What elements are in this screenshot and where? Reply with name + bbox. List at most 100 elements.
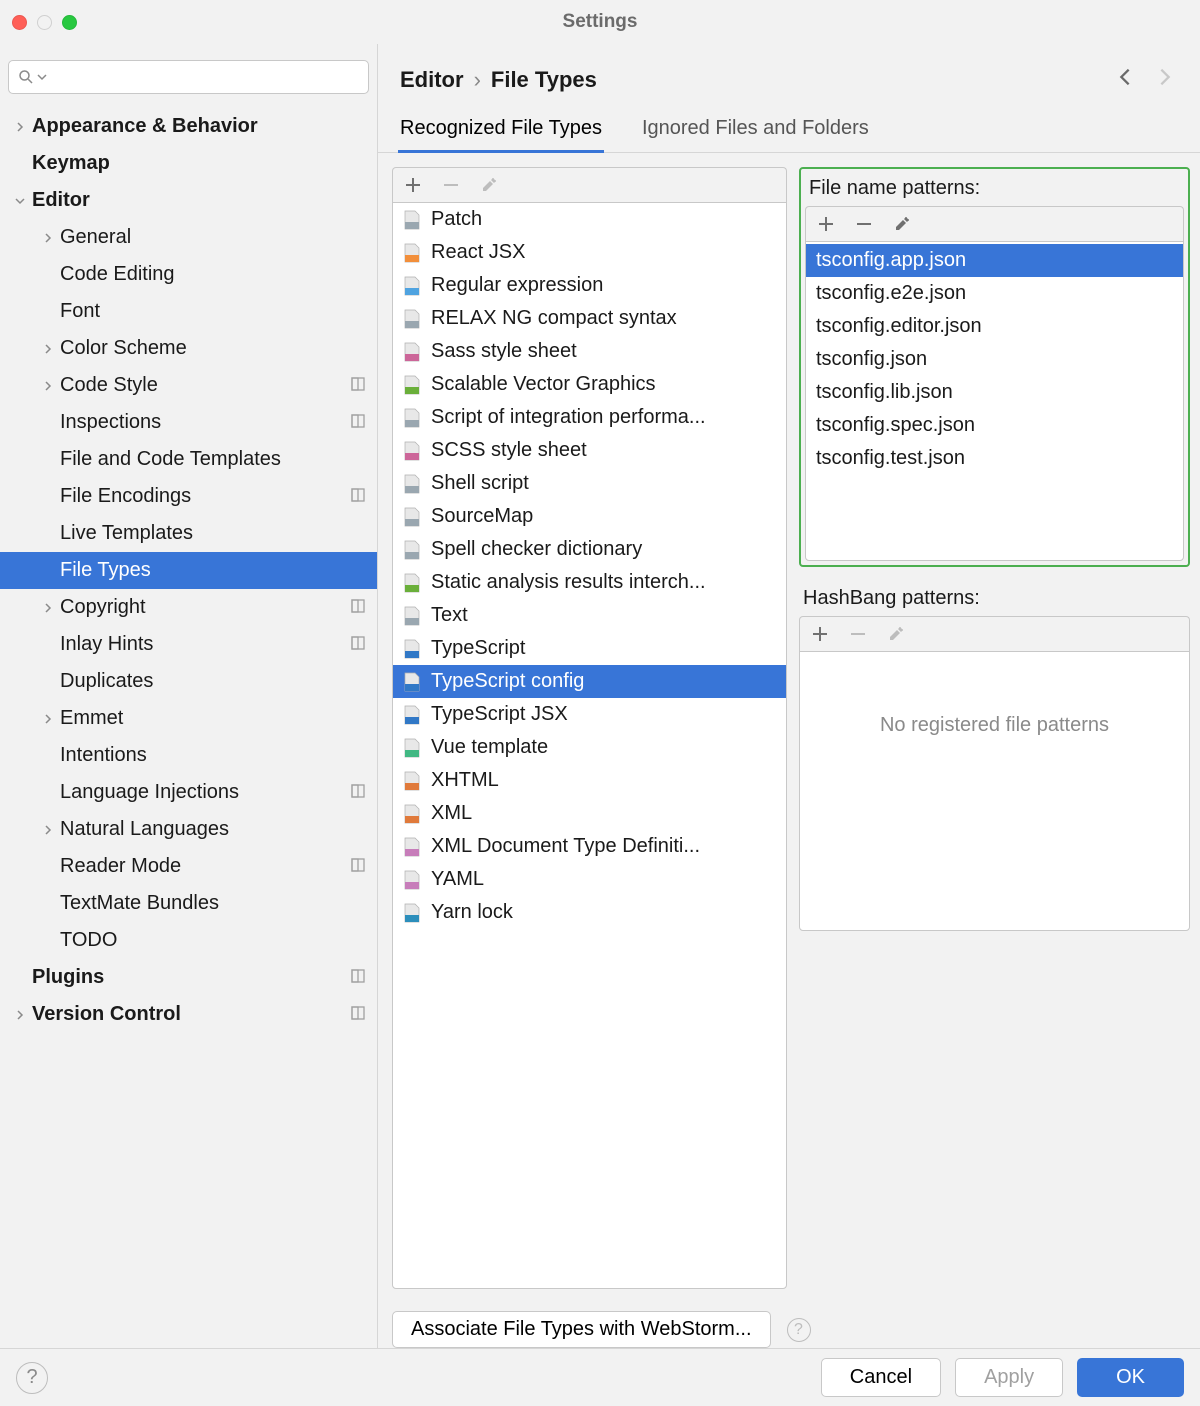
tree-item[interactable]: Language Injections <box>0 774 377 811</box>
chevron-right-icon <box>40 378 56 394</box>
pattern-row[interactable]: tsconfig.spec.json <box>806 409 1183 442</box>
tree-item[interactable]: Intentions <box>0 737 377 774</box>
filetype-row[interactable]: Vue template <box>393 731 786 764</box>
breadcrumb-filetypes: File Types <box>491 67 597 93</box>
tree-item[interactable]: Keymap <box>0 145 377 182</box>
tree-item[interactable]: Inlay Hints <box>0 626 377 663</box>
help-icon[interactable]: ? <box>16 1362 48 1394</box>
filetype-row[interactable]: Static analysis results interch... <box>393 566 786 599</box>
tree-item[interactable]: Emmet <box>0 700 377 737</box>
cancel-button[interactable]: Cancel <box>821 1358 941 1397</box>
filetype-label: Yarn lock <box>431 901 513 924</box>
filetype-icon <box>403 870 421 890</box>
filetype-row[interactable]: XML <box>393 797 786 830</box>
tree-item[interactable]: TODO <box>0 922 377 959</box>
filetype-label: Shell script <box>431 472 529 495</box>
pattern-row[interactable]: tsconfig.json <box>806 343 1183 376</box>
tree-item[interactable]: Inspections <box>0 404 377 441</box>
filetype-row[interactable]: TypeScript config <box>393 665 786 698</box>
tree-item[interactable]: Code Editing <box>0 256 377 293</box>
filetype-row[interactable]: XHTML <box>393 764 786 797</box>
edit-icon[interactable] <box>888 626 904 642</box>
filetype-row[interactable]: Text <box>393 599 786 632</box>
tree-item[interactable]: Code Style <box>0 367 377 404</box>
tree-item[interactable]: Color Scheme <box>0 330 377 367</box>
tree-item-label: File Encodings <box>60 485 191 508</box>
scope-icon <box>351 485 365 508</box>
filetype-list[interactable]: PatchReact JSXRegular expressionRELAX NG… <box>392 202 787 1289</box>
help-icon[interactable]: ? <box>787 1318 811 1342</box>
remove-icon[interactable] <box>856 216 872 232</box>
filetype-row[interactable]: Yarn lock <box>393 896 786 929</box>
filetype-row[interactable]: TypeScript JSX <box>393 698 786 731</box>
filetype-row[interactable]: TypeScript <box>393 632 786 665</box>
breadcrumb-editor: Editor <box>400 67 464 93</box>
hashbang-toolbar <box>799 616 1190 651</box>
search-input[interactable] <box>8 60 369 94</box>
filetype-label: TypeScript JSX <box>431 703 568 726</box>
add-icon[interactable] <box>818 216 834 232</box>
tree-item[interactable]: File Types <box>0 552 377 589</box>
filetype-row[interactable]: Shell script <box>393 467 786 500</box>
filetype-row[interactable]: Patch <box>393 203 786 236</box>
tree-item-label: Color Scheme <box>60 337 187 360</box>
filetype-row[interactable]: YAML <box>393 863 786 896</box>
tree-item-label: Keymap <box>32 152 110 175</box>
tree-item[interactable]: Live Templates <box>0 515 377 552</box>
filetype-row[interactable]: Script of integration performa... <box>393 401 786 434</box>
tree-item[interactable]: Appearance & Behavior <box>0 108 377 145</box>
pattern-row[interactable]: tsconfig.editor.json <box>806 310 1183 343</box>
apply-button[interactable]: Apply <box>955 1358 1063 1397</box>
filetype-icon <box>403 837 421 857</box>
tree-item[interactable]: Duplicates <box>0 663 377 700</box>
hashbang-list[interactable]: No registered file patterns <box>799 651 1190 931</box>
filetype-label: Static analysis results interch... <box>431 571 706 594</box>
pattern-row[interactable]: tsconfig.app.json <box>806 244 1183 277</box>
tree-item[interactable]: File and Code Templates <box>0 441 377 478</box>
remove-icon[interactable] <box>850 626 866 642</box>
tree-item[interactable]: Editor <box>0 182 377 219</box>
chevron-right-icon: › <box>474 67 481 93</box>
filetype-row[interactable]: Regular expression <box>393 269 786 302</box>
file-pattern-list[interactable]: tsconfig.app.jsontsconfig.e2e.jsontsconf… <box>805 241 1184 561</box>
tree-item[interactable]: Natural Languages <box>0 811 377 848</box>
remove-icon[interactable] <box>443 177 459 193</box>
filetype-row[interactable]: SourceMap <box>393 500 786 533</box>
associate-filetypes-button[interactable]: Associate File Types with WebStorm... <box>392 1311 771 1348</box>
tree-item[interactable]: Version Control <box>0 996 377 1033</box>
tree-item-label: Live Templates <box>60 522 193 545</box>
filetype-row[interactable]: RELAX NG compact syntax <box>393 302 786 335</box>
filetype-row[interactable]: Spell checker dictionary <box>393 533 786 566</box>
add-icon[interactable] <box>812 626 828 642</box>
tree-item[interactable]: General <box>0 219 377 256</box>
tree-item-label: Natural Languages <box>60 818 229 841</box>
pattern-row[interactable]: tsconfig.e2e.json <box>806 277 1183 310</box>
filetype-row[interactable]: Sass style sheet <box>393 335 786 368</box>
filetype-label: YAML <box>431 868 484 891</box>
tab[interactable]: Recognized File Types <box>400 107 602 152</box>
tab[interactable]: Ignored Files and Folders <box>642 107 869 152</box>
filetype-row[interactable]: XML Document Type Definiti... <box>393 830 786 863</box>
ok-button[interactable]: OK <box>1077 1358 1184 1397</box>
back-button[interactable] <box>1114 66 1136 93</box>
tree-item-label: File and Code Templates <box>60 448 281 471</box>
tree-item-label: Version Control <box>32 1003 181 1026</box>
search-field[interactable] <box>49 68 360 86</box>
tree-item[interactable]: File Encodings <box>0 478 377 515</box>
tree-item[interactable]: Copyright <box>0 589 377 626</box>
tree-item[interactable]: Reader Mode <box>0 848 377 885</box>
filetype-label: XHTML <box>431 769 499 792</box>
tree-item[interactable]: Plugins <box>0 959 377 996</box>
filetype-row[interactable]: SCSS style sheet <box>393 434 786 467</box>
filetype-row[interactable]: Scalable Vector Graphics <box>393 368 786 401</box>
add-icon[interactable] <box>405 177 421 193</box>
filetype-label: Spell checker dictionary <box>431 538 642 561</box>
filetype-row[interactable]: React JSX <box>393 236 786 269</box>
tree-item-label: Reader Mode <box>60 855 181 878</box>
pattern-row[interactable]: tsconfig.lib.json <box>806 376 1183 409</box>
tree-item[interactable]: Font <box>0 293 377 330</box>
edit-icon[interactable] <box>481 177 497 193</box>
edit-icon[interactable] <box>894 216 910 232</box>
tree-item[interactable]: TextMate Bundles <box>0 885 377 922</box>
pattern-row[interactable]: tsconfig.test.json <box>806 442 1183 475</box>
